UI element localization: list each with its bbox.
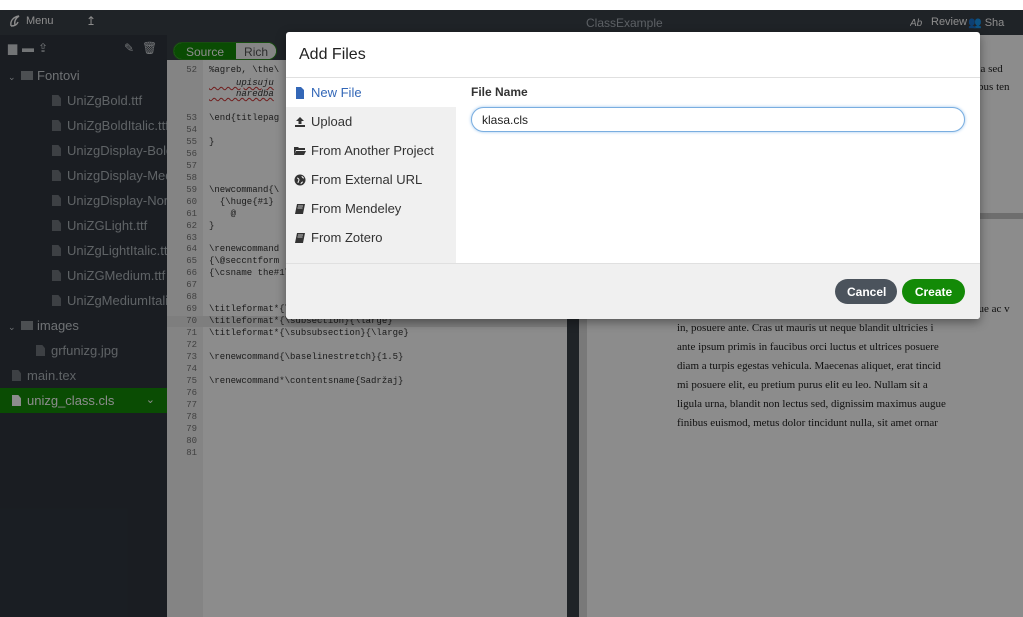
add-files-options: New File Upload From Another Project From E… (286, 78, 456, 263)
add-files-option[interactable]: From Zotero (286, 223, 456, 252)
option-label: From Zotero (311, 230, 383, 245)
file-icon (296, 86, 304, 99)
folder-open-icon (294, 146, 306, 155)
option-label: From External URL (311, 172, 423, 187)
option-label: New File (311, 85, 362, 100)
modal-title: Add Files (299, 46, 366, 63)
cancel-button[interactable]: Cancel (835, 279, 897, 304)
file-name-label: File Name (471, 85, 528, 99)
option-label: Upload (311, 114, 353, 129)
upload-icon (295, 116, 305, 127)
add-files-modal: Add Files New File Upload From Another Pro… (286, 32, 980, 319)
add-files-option[interactable]: New File (286, 78, 456, 107)
book-icon (295, 203, 305, 214)
create-button[interactable]: Create (902, 279, 965, 304)
globe-icon (294, 174, 306, 185)
add-files-option[interactable]: From External URL (286, 165, 456, 194)
add-files-option[interactable]: From Mendeley (286, 194, 456, 223)
modal-footer: Cancel Create (286, 263, 980, 319)
add-files-option[interactable]: From Another Project (286, 136, 456, 165)
add-files-option[interactable]: Upload (286, 107, 456, 136)
book-icon (295, 232, 305, 243)
option-label: From Another Project (311, 143, 434, 158)
file-name-input[interactable] (471, 107, 965, 132)
option-label: From Mendeley (311, 201, 402, 216)
